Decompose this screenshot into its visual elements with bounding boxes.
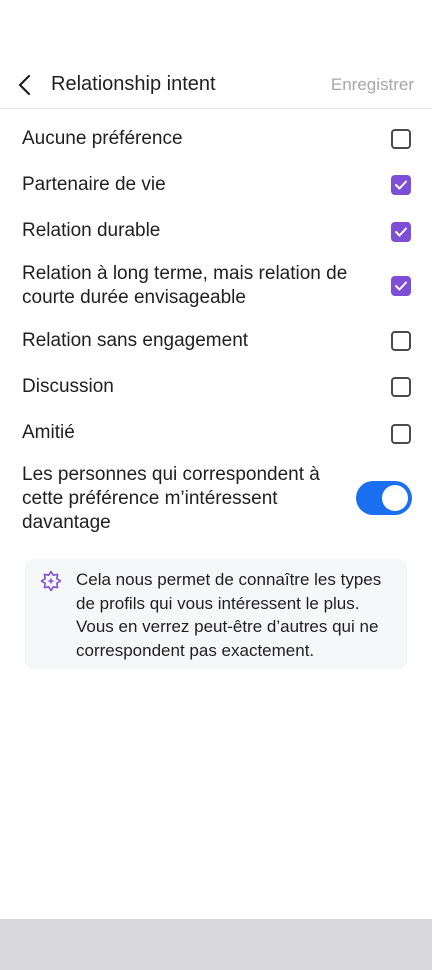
- option-no-commitment[interactable]: Relation sans engagement: [0, 326, 432, 372]
- preference-toggle[interactable]: [356, 481, 412, 515]
- toggle-knob: [382, 485, 408, 511]
- option-label: Partenaire de vie: [22, 174, 166, 195]
- option-long-term-open-short-term[interactable]: Relation à long terme, mais relation de …: [0, 256, 432, 326]
- system-navigation-bar: [0, 919, 432, 970]
- header-bar: Relationship intent Enregistrer: [0, 62, 432, 109]
- checkbox-checked[interactable]: [391, 175, 411, 195]
- sparkle-badge-icon: [40, 570, 62, 592]
- checkbox-checked[interactable]: [391, 276, 411, 296]
- checkbox[interactable]: [391, 331, 411, 351]
- preference-toggle-row: Les personnes qui correspondent à cette …: [0, 462, 432, 538]
- checkmark-icon: [395, 227, 407, 237]
- page-title: Relationship intent: [51, 73, 216, 95]
- option-life-partner[interactable]: Partenaire de vie: [0, 162, 432, 208]
- option-label: Discussion: [22, 376, 114, 397]
- checkmark-icon: [395, 180, 407, 190]
- option-no-preference[interactable]: Aucune préférence: [0, 116, 432, 162]
- info-card: Cela nous permet de connaître les types …: [25, 559, 407, 669]
- option-label: Relation à long terme, mais relation de …: [22, 263, 348, 308]
- option-label: Relation sans engagement: [22, 330, 249, 351]
- checkmark-icon: [395, 281, 407, 291]
- chevron-left-icon: [18, 74, 31, 96]
- save-button[interactable]: Enregistrer: [331, 75, 414, 95]
- option-label: Amitié: [22, 422, 75, 443]
- checkbox-checked[interactable]: [391, 222, 411, 242]
- preference-toggle-label: Les personnes qui correspondent à cette …: [22, 464, 320, 533]
- option-label: Aucune préférence: [22, 128, 183, 149]
- checkbox[interactable]: [391, 424, 411, 444]
- screen: Relationship intent Enregistrer Aucune p…: [0, 0, 432, 970]
- option-discussion[interactable]: Discussion: [0, 372, 432, 418]
- checkbox[interactable]: [391, 129, 411, 149]
- back-button[interactable]: [10, 70, 40, 100]
- option-label: Relation durable: [22, 220, 161, 241]
- option-long-term-relationship[interactable]: Relation durable: [0, 208, 432, 256]
- option-friendship[interactable]: Amitié: [0, 418, 432, 464]
- info-text: Cela nous permet de connaître les types …: [76, 570, 382, 660]
- checkbox[interactable]: [391, 377, 411, 397]
